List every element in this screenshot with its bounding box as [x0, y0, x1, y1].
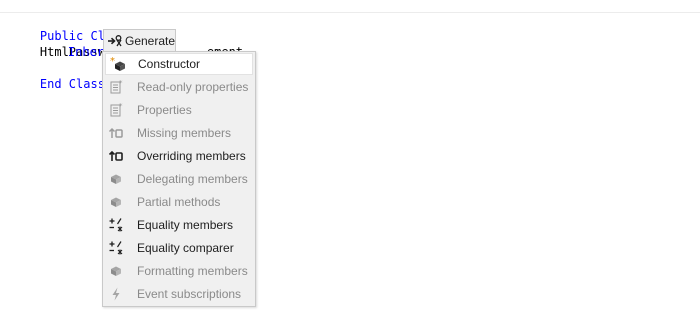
menu-item-formatting-members[interactable]: Formatting members	[105, 260, 253, 282]
menu-item-label: Missing members	[137, 126, 232, 140]
menu-item-label: Delegating members	[137, 172, 248, 186]
missing-members-icon	[107, 124, 125, 142]
partial-methods-icon	[107, 193, 125, 211]
svg-text:*: *	[110, 56, 115, 67]
menu-item-event-subscriptions[interactable]: Event subscriptions	[105, 283, 253, 305]
code-line-2-tail: ement	[178, 28, 243, 59]
menu-item-label: Partial methods	[137, 195, 221, 209]
menu-item-label: Formatting members	[137, 264, 248, 278]
menu-item-partial-methods[interactable]: Partial methods	[105, 191, 253, 213]
svg-text:*: *	[119, 79, 123, 87]
generate-popup-header: Generate	[103, 29, 176, 51]
code-line-1: Public Class HtmlPassword	[11, 12, 127, 59]
generate-title: Generate	[125, 33, 176, 48]
delegating-members-icon	[107, 170, 125, 188]
properties-icon: *	[107, 101, 125, 119]
generate-menu: * Constructor * Read-only properties * P…	[102, 51, 256, 307]
menu-item-label: Equality comparer	[137, 241, 234, 255]
menu-item-missing-members[interactable]: Missing members	[105, 122, 253, 144]
generate-icon	[107, 33, 123, 49]
menu-item-equality-members[interactable]: Equality members	[105, 214, 253, 236]
menu-item-properties[interactable]: * Properties	[105, 99, 253, 121]
overriding-members-icon	[107, 147, 125, 165]
lightning-icon	[107, 285, 125, 303]
menu-item-label: Properties	[137, 103, 192, 117]
menu-item-label: Overriding members	[137, 149, 246, 163]
menu-item-overriding-members[interactable]: Overriding members	[105, 145, 253, 167]
menu-item-label: Event subscriptions	[137, 287, 242, 301]
constructor-icon: *	[108, 55, 126, 73]
menu-item-label: Equality members	[137, 218, 234, 232]
formatting-members-icon	[107, 262, 125, 280]
equality-members-icon	[107, 216, 125, 234]
equality-comparer-icon	[107, 239, 125, 257]
menu-item-read-only-properties[interactable]: * Read-only properties	[105, 76, 253, 98]
code-line-3: End Class	[11, 60, 105, 91]
menu-item-equality-comparer[interactable]: Equality comparer	[105, 237, 253, 259]
code-keyword: End Class	[39, 77, 105, 91]
menu-item-label: Read-only properties	[137, 80, 249, 94]
svg-text:*: *	[119, 102, 123, 110]
menu-item-constructor[interactable]: * Constructor	[105, 53, 253, 75]
readonly-properties-icon: *	[107, 78, 125, 96]
menu-item-label: Constructor	[138, 57, 201, 71]
menu-item-delegating-members[interactable]: Delegating members	[105, 168, 253, 190]
